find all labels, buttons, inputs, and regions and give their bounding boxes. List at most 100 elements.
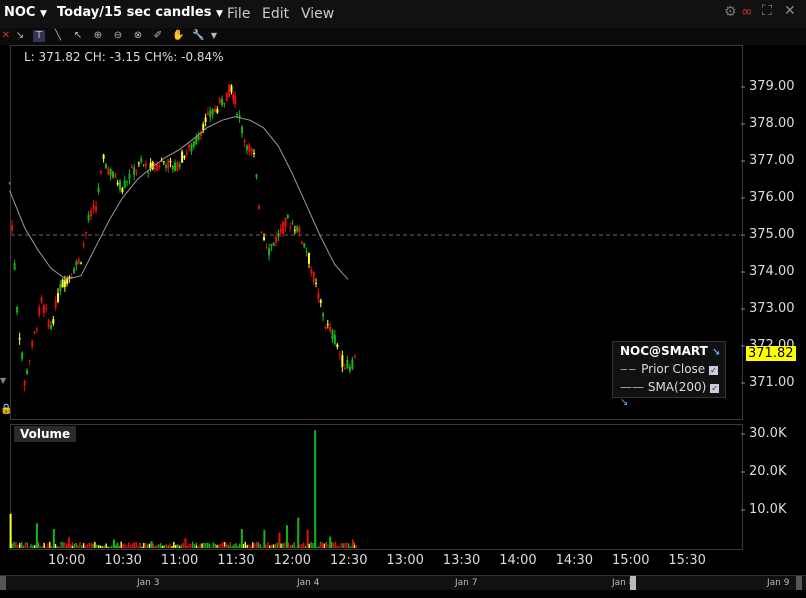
candle-body xyxy=(57,293,60,302)
checkbox-icon[interactable]: ✓ xyxy=(710,384,720,393)
volume-bar xyxy=(124,543,126,548)
volume-tick-label: 10.0K xyxy=(749,502,787,517)
candle-body xyxy=(268,248,271,256)
chevron-down-icon[interactable]: ▼ xyxy=(0,376,6,385)
volume-bar xyxy=(26,545,28,548)
lock-icon[interactable]: 🔒 xyxy=(0,404,12,415)
legend-label: Prior Close xyxy=(641,362,706,376)
candle-body xyxy=(38,306,41,315)
volume-bar xyxy=(182,542,184,548)
volume-bar xyxy=(150,541,153,548)
candle-body xyxy=(202,124,205,131)
volume-bar xyxy=(349,546,352,548)
candle-body xyxy=(315,282,318,284)
scroll-right-handle[interactable] xyxy=(796,576,802,590)
volume-bar xyxy=(37,543,40,548)
volume-bar xyxy=(144,542,147,548)
scroll-left-handle[interactable] xyxy=(0,576,6,590)
volume-bar xyxy=(113,539,115,548)
volume-bar xyxy=(218,544,220,548)
volume-bar xyxy=(69,544,72,548)
left-margin xyxy=(0,45,6,385)
indicator-legend[interactable]: NOC@SMART ↘ ‒‒ Prior Close ✓ —— SMA(200)… xyxy=(612,341,726,408)
volume-bar xyxy=(229,546,231,548)
volume-bar xyxy=(62,542,64,548)
volume-bar xyxy=(66,546,68,548)
volume-bar xyxy=(250,545,252,548)
price-tick-label: 376.00 xyxy=(749,190,795,205)
price-tick-label: 378.00 xyxy=(749,116,795,131)
volume-bar xyxy=(56,545,58,548)
volume-bar xyxy=(128,542,130,548)
candle-body xyxy=(258,205,261,209)
price-tick-label: 375.00 xyxy=(749,227,795,242)
volume-bar xyxy=(282,543,284,548)
volume-bar xyxy=(302,542,305,548)
volume-bar xyxy=(43,542,45,548)
volume-bar xyxy=(233,544,235,548)
candle-body xyxy=(121,188,124,193)
time-tick-label: 14:30 xyxy=(555,553,594,568)
candle-body xyxy=(197,135,200,141)
candle-body xyxy=(109,168,112,176)
volume-bar xyxy=(156,544,158,548)
candle-body xyxy=(158,165,161,167)
price-tick-label: 377.00 xyxy=(749,153,795,168)
candle-body xyxy=(49,325,52,329)
volume-bar xyxy=(158,544,160,548)
candle-body xyxy=(241,126,244,134)
volume-bar xyxy=(71,545,74,548)
candle-body xyxy=(319,299,322,304)
volume-bar xyxy=(244,541,246,548)
candle-body xyxy=(13,263,16,270)
dashed-line-icon: ‒‒ xyxy=(620,362,638,376)
legend-label: SMA(200) xyxy=(647,380,707,394)
volume-bar xyxy=(129,545,132,548)
candle-body xyxy=(338,353,341,355)
candle-body xyxy=(286,214,289,219)
volume-bar xyxy=(293,542,295,548)
candle-body xyxy=(255,174,258,178)
candle-body xyxy=(270,244,273,247)
candle-body xyxy=(346,359,349,369)
volume-bar xyxy=(35,523,38,548)
time-scrollbar[interactable] xyxy=(0,575,806,590)
volume-bar xyxy=(24,542,27,548)
candle-body xyxy=(75,261,78,266)
volume-bar xyxy=(173,542,175,548)
volume-bar xyxy=(107,546,109,548)
candle-body xyxy=(171,165,174,170)
settings-icon[interactable]: ↘ xyxy=(712,347,720,358)
volume-bar xyxy=(186,545,188,548)
candle-body xyxy=(275,236,278,243)
volume-bar xyxy=(255,541,258,548)
candle-body xyxy=(40,297,43,303)
candle-body xyxy=(336,344,339,348)
candle-body xyxy=(33,331,36,333)
volume-bar xyxy=(175,544,177,548)
volume-bar xyxy=(141,546,143,548)
volume-bar xyxy=(13,541,15,548)
candle-body xyxy=(195,137,198,145)
candle-body xyxy=(260,231,263,233)
legend-item-sma[interactable]: —— SMA(200) ✓ ↘ xyxy=(620,380,725,408)
volume-bar xyxy=(231,545,233,548)
candle-body xyxy=(28,360,31,362)
candle-body xyxy=(21,352,24,360)
candle-body xyxy=(305,251,308,253)
candle-body xyxy=(206,112,209,115)
candle-body xyxy=(291,223,294,225)
checkbox-icon[interactable]: ✓ xyxy=(709,366,719,375)
volume-bar xyxy=(272,544,275,548)
candle-body xyxy=(135,170,138,172)
volume-bar xyxy=(97,545,100,548)
volume-bar xyxy=(81,545,83,548)
volume-bar xyxy=(82,543,85,548)
legend-item-prior-close[interactable]: ‒‒ Prior Close ✓ xyxy=(620,362,719,376)
volume-bar xyxy=(28,546,30,548)
volume-bar xyxy=(306,529,309,548)
price-tick-label: 373.00 xyxy=(749,301,795,316)
candle-body xyxy=(216,108,219,113)
time-tick-label: 13:00 xyxy=(386,553,424,568)
settings-icon[interactable]: ↘ xyxy=(620,397,628,408)
